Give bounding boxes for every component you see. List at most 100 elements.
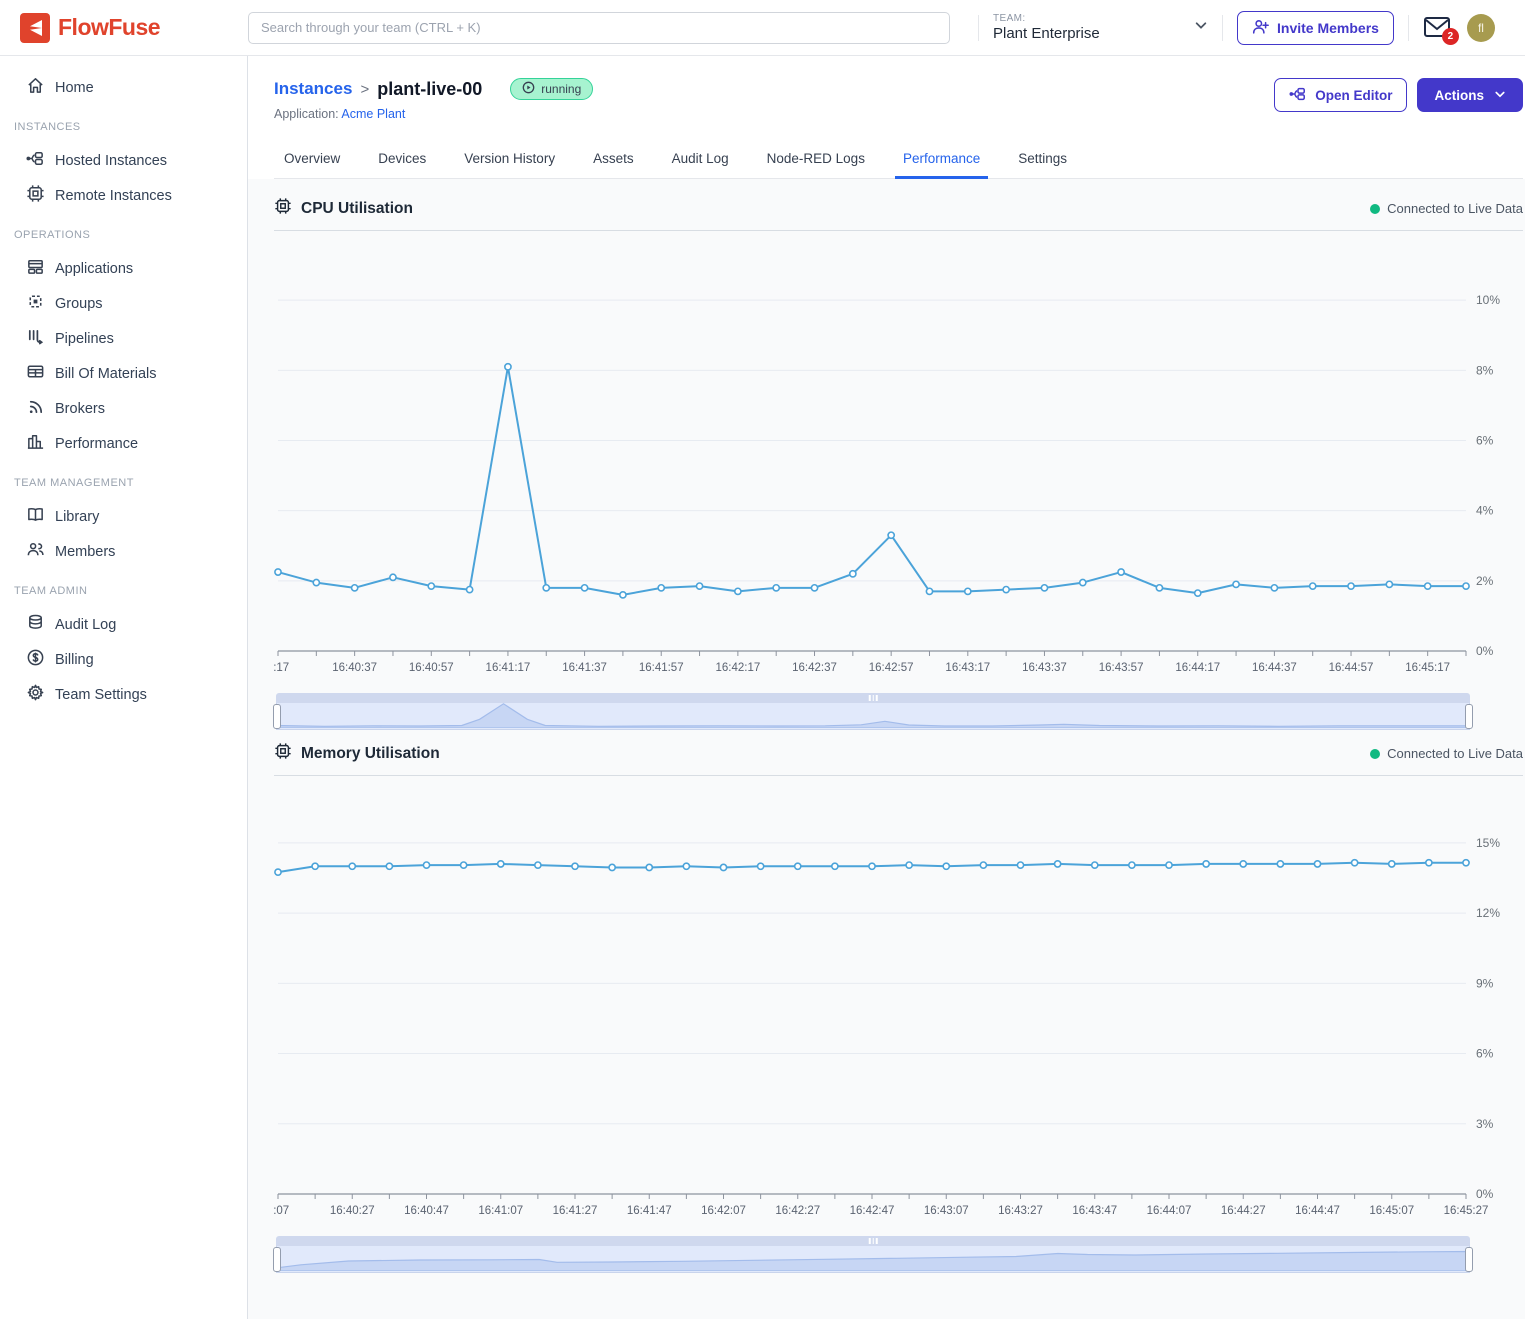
sidebar-section-instances: INSTANCES [0,105,247,143]
svg-text:16:43:27: 16:43:27 [998,1205,1043,1217]
sidebar-item-home[interactable]: Home [0,70,247,105]
tab-version-history[interactable]: Version History [462,143,557,178]
sidebar-item-label: Bill Of Materials [55,366,157,382]
search-input[interactable] [248,12,950,44]
svg-text:16:44:17: 16:44:17 [1175,662,1220,674]
live-status-dot-icon [1370,204,1380,214]
svg-text:16:44:37: 16:44:37 [1252,662,1297,674]
sidebar-item-label: Groups [55,296,103,312]
svg-text:15%: 15% [1476,836,1500,850]
team-selector[interactable]: TEAM: Plant Enterprise [993,13,1208,42]
memory-range-selector[interactable] [276,1236,1470,1273]
tab-audit-log[interactable]: Audit Log [670,143,731,178]
sidebar-item-members[interactable]: Members [0,534,247,569]
home-icon [26,76,45,99]
svg-text:8%: 8% [1476,363,1494,377]
memory-chart: 0%3%6%9%12%15%0:0716:40:2716:40:4716:41:… [274,776,1523,1226]
sidebar-item-label: Members [55,544,115,560]
memory-range-drag-bar[interactable] [276,1236,1470,1246]
tab-node-red-logs[interactable]: Node-RED Logs [765,143,867,178]
tab-devices[interactable]: Devices [376,143,428,178]
cpu-range-selector[interactable] [276,693,1470,730]
flowfuse-logo-icon [20,13,50,43]
svg-text:16:43:57: 16:43:57 [1099,662,1144,674]
sidebar-item-hosted-instances[interactable]: Hosted Instances [0,143,247,178]
tab-settings[interactable]: Settings [1016,143,1069,178]
svg-text:16:40:47: 16:40:47 [404,1205,449,1217]
sidebar-item-label: Applications [55,261,133,277]
sidebar-item-billing[interactable]: Billing [0,642,247,677]
sidebar-item-label: Library [55,509,99,525]
dollar-circle-icon [26,648,45,671]
svg-text:4%: 4% [1476,504,1494,518]
sidebar-item-bill-of-materials[interactable]: Bill Of Materials [0,356,247,391]
flowfuse-logo[interactable]: FlowFuse [0,13,248,43]
svg-text:16:40:57: 16:40:57 [409,662,454,674]
table-icon [26,362,45,385]
breadcrumb-separator: > [360,81,369,98]
avatar[interactable]: fl [1467,14,1495,42]
application-label: Application: [274,107,339,121]
open-editor-label: Open Editor [1315,88,1392,103]
book-icon [26,505,45,528]
tab-overview[interactable]: Overview [282,143,342,178]
cpu-chart: 0%2%4%6%8%10%0:1716:40:3716:40:5716:41:1… [274,231,1523,683]
cpu-range-drag-bar[interactable] [276,693,1470,703]
status-badge: running [510,78,593,100]
sidebar-item-applications[interactable]: Applications [0,251,247,286]
sidebar-item-groups[interactable]: Groups [0,286,247,321]
node-tree-icon [26,149,45,172]
svg-text:10%: 10% [1476,293,1500,307]
svg-text:0:17: 0:17 [274,662,289,674]
sidebar-item-team-settings[interactable]: Team Settings [0,677,247,712]
cpu-range-handle-right[interactable] [1465,704,1473,729]
sidebar-item-label: Pipelines [55,331,114,347]
chip-icon [26,184,45,207]
svg-text:16:40:27: 16:40:27 [330,1205,375,1217]
sidebar-item-label: Brokers [55,401,105,417]
chart-title: CPU Utilisation [301,200,413,218]
actions-button[interactable]: Actions [1417,78,1523,112]
sidebar-item-library[interactable]: Library [0,499,247,534]
sidebar-item-label: Team Settings [55,687,147,703]
team-label: TEAM: [993,13,1100,25]
open-editor-button[interactable]: Open Editor [1274,78,1407,112]
node-tree-icon [1289,86,1307,105]
svg-text:16:44:07: 16:44:07 [1147,1205,1192,1217]
svg-text:16:42:47: 16:42:47 [850,1205,895,1217]
sidebar-item-pipelines[interactable]: Pipelines [0,321,247,356]
memory-range-handle-left[interactable] [273,1247,281,1272]
sidebar-section-team-admin: TEAM ADMIN [0,569,247,607]
chevron-down-icon [1494,88,1506,103]
actions-label: Actions [1434,88,1484,103]
chip-icon [274,197,292,220]
breadcrumb-instances-link[interactable]: Instances [274,79,352,99]
sidebar-item-performance[interactable]: Performance [0,426,247,461]
svg-text:2%: 2% [1476,574,1494,588]
sidebar-item-label: Remote Instances [55,188,172,204]
divider [1222,15,1223,41]
application-link[interactable]: Acme Plant [341,107,405,121]
sidebar-item-remote-instances[interactable]: Remote Instances [0,178,247,213]
status-badge-label: running [541,82,581,96]
database-icon [26,613,45,636]
invite-members-button[interactable]: Invite Members [1237,11,1394,45]
tab-assets[interactable]: Assets [591,143,636,178]
tab-performance[interactable]: Performance [901,143,982,178]
memory-range-handle-right[interactable] [1465,1247,1473,1272]
sidebar-section-team-management: TEAM MANAGEMENT [0,461,247,499]
sidebar-item-brokers[interactable]: Brokers [0,391,247,426]
svg-text:16:43:07: 16:43:07 [924,1205,969,1217]
gear-icon [26,683,45,706]
sidebar-section-operations: OPERATIONS [0,213,247,251]
svg-text:16:41:47: 16:41:47 [627,1205,672,1217]
svg-text:16:43:47: 16:43:47 [1072,1205,1117,1217]
cpu-range-handle-left[interactable] [273,704,281,729]
svg-text:0:07: 0:07 [274,1205,289,1217]
sidebar-item-label: Audit Log [55,617,116,633]
sidebar-item-audit-log[interactable]: Audit Log [0,607,247,642]
notifications-button[interactable]: 2 [1423,15,1453,41]
svg-text:16:45:17: 16:45:17 [1405,662,1450,674]
chip-icon [274,742,292,765]
grip-icon [869,1238,878,1244]
